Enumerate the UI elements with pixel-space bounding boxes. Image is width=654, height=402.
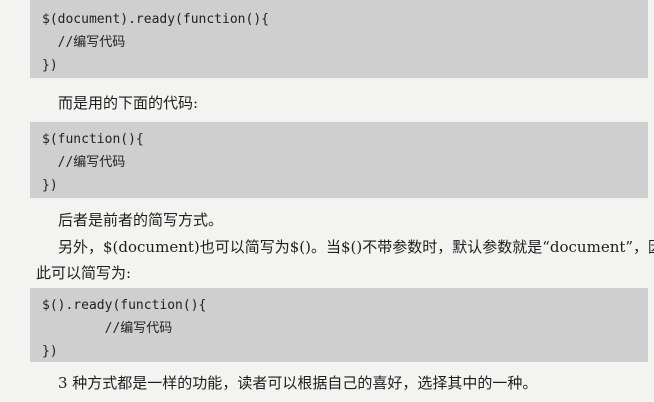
paragraph-shorthand-note: 后者是前者的简写方式。 <box>58 211 224 229</box>
code-line: $().ready(function(){ <box>42 298 207 313</box>
code-line: }) <box>42 58 58 73</box>
code-line: //编写代码 <box>42 35 126 50</box>
code-line: }) <box>42 344 58 359</box>
code-line: $(document).ready(function(){ <box>42 12 269 27</box>
code-line: $(function(){ <box>42 132 144 147</box>
document-page: $(document).ready(function(){ //编写代码 }) … <box>0 0 654 402</box>
paragraph-default-param-line1: 另外，$(document)也可以简写为$()。当$()不带参数时，默认参数就是… <box>58 238 654 256</box>
paragraph-default-param-line2: 此可以简写为: <box>36 264 132 282</box>
paragraph-summary: 3 种方式都是一样的功能，读者可以根据自己的喜好，选择其中的一种。 <box>58 374 538 392</box>
code-line: }) <box>42 178 58 193</box>
code-block-document-ready: $(document).ready(function(){ //编写代码 }) <box>30 0 648 78</box>
code-line: //编写代码 <box>42 155 126 170</box>
code-line: //编写代码 <box>42 321 173 336</box>
paragraph-intro: 而是用的下面的代码: <box>58 94 199 112</box>
code-block-empty-selector: $().ready(function(){ //编写代码 }) <box>30 288 648 362</box>
code-block-shorthand: $(function(){ //编写代码 }) <box>30 122 648 198</box>
